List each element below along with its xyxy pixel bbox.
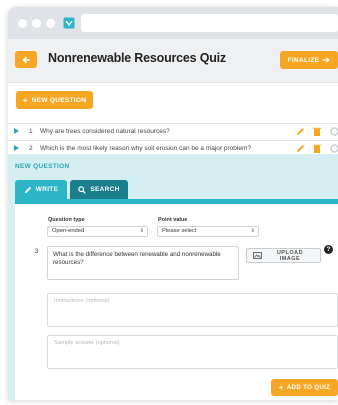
arrow-right-icon [322,57,330,63]
new-question-number: 3 [35,249,39,255]
question-row[interactable]: 1 Why are trees considered natural resou… [8,123,338,140]
question-type-value: Open-ended [52,228,85,234]
point-value-select[interactable]: Please select ⇕ [157,226,259,237]
browser-chrome [8,7,338,39]
section-label: NEW QUESTION [15,163,70,170]
image-icon [253,252,262,259]
finalize-label: FINALIZE [287,56,320,64]
new-question-panel: NEW QUESTION WRITE SEARCH Question type … [8,154,338,400]
new-question-button[interactable]: + NEW QUESTION [16,91,93,109]
favicon-icon [62,16,75,29]
question-text: Which is the most likely reason why soil… [40,145,251,152]
address-bar[interactable] [81,14,338,32]
new-question-bar: + NEW QUESTION [8,83,338,123]
tab-label: WRITE [35,186,59,193]
expand-triangle-icon[interactable] [14,128,19,134]
updown-arrow-icon: ⇕ [139,228,144,234]
edit-pencil-icon[interactable] [296,127,305,138]
question-form: Question type Open-ended ⇕ Point value P… [15,204,338,400]
new-question-label: NEW QUESTION [31,96,87,104]
window-maximize-dot[interactable] [46,19,55,28]
updown-arrow-icon: ⇕ [250,228,255,234]
tab-label: SEARCH [90,186,120,193]
tab-write[interactable]: WRITE [15,180,67,199]
sample-answer-textarea[interactable]: Sample answer (optional) [47,335,338,369]
window-close-dot[interactable] [18,19,27,28]
upload-label: UPLOAD IMAGE [276,249,304,262]
question-text-input[interactable]: What is the difference between renewable… [47,246,239,280]
question-number: 2 [29,145,33,152]
question-type-select[interactable]: Open-ended ⇕ [47,226,148,237]
help-icon[interactable]: ? [324,245,333,254]
finalize-button[interactable]: FINALIZE [280,51,338,69]
plus-icon: + [22,95,28,105]
point-value-label: Point value [158,217,188,223]
upload-image-button[interactable]: UPLOAD IMAGE [246,248,321,263]
question-text: Why are trees considered natural resourc… [40,128,170,135]
page-title: Nonrenewable Resources Quiz [48,51,226,65]
question-number: 1 [29,128,33,135]
back-button[interactable] [15,51,37,68]
quiz-header: Nonrenewable Resources Quiz FINALIZE [8,39,338,83]
trash-icon[interactable] [313,127,321,138]
add-to-quiz-button[interactable]: + ADD TO QUIZ [271,379,338,396]
window-minimize-dot[interactable] [32,19,41,28]
pencil-icon [24,186,31,193]
browser-window: Nonrenewable Resources Quiz FINALIZE + N… [8,7,338,400]
question-type-label: Question type [48,217,85,223]
expand-triangle-icon[interactable] [14,145,19,151]
arrow-left-icon [21,55,30,64]
instructions-textarea[interactable]: Instructions (optional) [47,293,338,327]
plus-icon: + [278,383,284,392]
tab-search[interactable]: SEARCH [70,180,128,199]
add-to-quiz-label: ADD TO QUIZ [286,384,331,391]
point-value-value: Please select [162,228,197,234]
search-icon [78,185,87,194]
gear-icon[interactable] [330,127,338,138]
